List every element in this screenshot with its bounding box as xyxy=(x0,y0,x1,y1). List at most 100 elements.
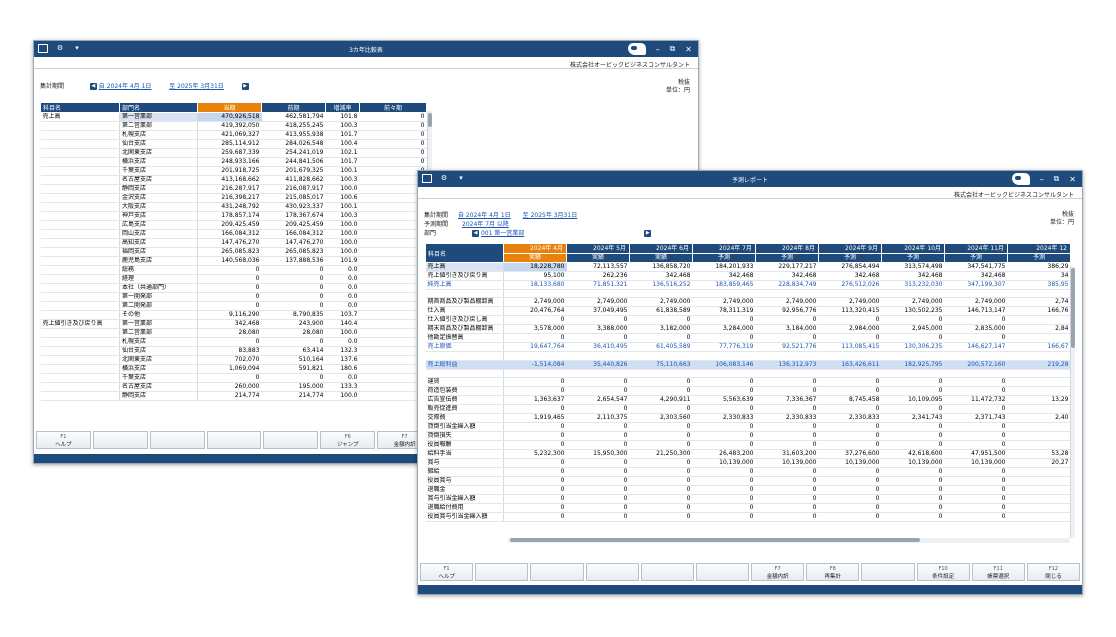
table-row[interactable]: 金沢支店216,398,217215,085,017100.60 xyxy=(40,193,427,203)
function-key-button[interactable] xyxy=(263,431,319,449)
function-key-button[interactable] xyxy=(640,563,694,581)
table-row[interactable]: 千葉支店201,918,725201,679,325100.10 xyxy=(40,166,427,176)
table-row[interactable]: 期末商品及び製品棚卸高 3,578,000 3,388,000 3,182,000 3,… xyxy=(425,324,1071,335)
table-row[interactable]: 高知支店147,476,270147,476,270100.00 xyxy=(40,238,427,248)
table-row[interactable]: 売上高 第一営業部 470,926,518 462,581,794 101.8 0 xyxy=(40,112,427,122)
table-row[interactable]: 第一開発部000.00 xyxy=(40,292,427,302)
table-row[interactable]: 退職給付費用 0 0 0 0 0 0 0 0 xyxy=(425,503,1071,513)
table-row[interactable]: 静岡支店216,287,917216,087,917100.00 xyxy=(40,184,427,194)
function-key-button[interactable] xyxy=(861,563,915,581)
table-row[interactable]: 第二営業部28,08028,080100.00 xyxy=(40,328,427,338)
month-header[interactable]: 2024年 6月 実績 xyxy=(629,243,693,263)
table-row[interactable]: 広島支店209,425,459209,425,459100.00 xyxy=(40,220,427,230)
table-row[interactable]: 岡山支店166,084,312166,084,312100.00 xyxy=(40,229,427,239)
table-row[interactable]: 静岡支店214,774214,774100.00 xyxy=(40,391,427,401)
table-row[interactable]: 横浜支店 248,933,166 244,841,506 101.7 0 xyxy=(40,157,427,167)
table-row[interactable] xyxy=(425,351,1071,361)
prev-department-button[interactable]: ◀ xyxy=(472,230,480,237)
function-key-button[interactable]: F1 ヘルプ xyxy=(36,431,91,449)
function-key-button[interactable] xyxy=(475,563,529,581)
forecast-period-link[interactable]: 2024年 7月 以降 xyxy=(462,221,509,228)
table-row[interactable]: 期首商品及び製品棚卸高 2,749,000 2,749,000 2,749,000 2,… xyxy=(425,297,1071,308)
table-row[interactable]: 仕入高 20,476,764 37,049,495 61,838,589 78,311,… xyxy=(425,306,1071,317)
table-row[interactable]: 荷造包装費 0 0 0 0 0 0 0 0 xyxy=(425,386,1071,396)
scroll-thumb[interactable] xyxy=(1071,268,1075,348)
minimize-icon[interactable]: – xyxy=(656,45,660,54)
table-row[interactable]: 売上総利益 -1,514,084 35,440,826 75,110,663 106,0… xyxy=(425,360,1071,370)
table-row[interactable]: 仕入値引き及び戻し高 0 0 0 0 0 0 0 0 xyxy=(425,315,1071,326)
table-row[interactable] xyxy=(425,369,1071,378)
close-icon[interactable]: ✕ xyxy=(1069,175,1076,184)
table-row[interactable]: 売上高 18,228,780 72,113,557 136,858,720 184,20… xyxy=(425,262,1071,272)
minimize-icon[interactable]: – xyxy=(1040,175,1044,184)
table-row[interactable]: 北関東支店 259,687,339 254,241,019 102.1 0 xyxy=(40,148,427,158)
period-to-link[interactable]: 至 2025年 3月31日 xyxy=(523,212,578,219)
next-department-button[interactable]: ▶ xyxy=(644,230,652,237)
table-row[interactable]: 経理000.00 xyxy=(40,274,427,284)
table-row[interactable]: 役員賞与引当金繰入額 0 0 0 0 0 0 0 0 xyxy=(425,512,1071,522)
function-key-button[interactable]: F6 ジャンプ xyxy=(320,431,376,449)
column-header[interactable]: 増減率 xyxy=(325,102,360,113)
month-header[interactable]: 2024年 7月 予測 xyxy=(692,243,756,263)
table-row[interactable]: 名古屋支店413,168,662411,828,662100.30 xyxy=(40,175,427,185)
table-row[interactable]: 賞与引当金繰入額 0 0 0 0 0 0 0 0 xyxy=(425,494,1071,504)
table-row[interactable]: 交際費 1,919,465 2,110,375 2,303,560 2,330,833 2… xyxy=(425,413,1071,423)
ai-assistant-icon[interactable] xyxy=(627,43,646,55)
function-key-button[interactable]: F1 ヘルプ xyxy=(420,563,474,581)
table-row[interactable] xyxy=(425,289,1071,299)
vertical-scrollbar[interactable] xyxy=(1070,266,1075,538)
table-row[interactable]: 北関東支店702,070510,164137.60 xyxy=(40,355,427,365)
prev-period-button[interactable]: ◀ xyxy=(89,83,97,90)
ai-assistant-icon[interactable] xyxy=(1011,173,1030,185)
month-header[interactable]: 2024年 9月 予測 xyxy=(818,243,882,263)
function-key-button[interactable]: F7 金額内訳 xyxy=(751,563,805,581)
column-header[interactable]: 当期 xyxy=(197,102,262,113)
table-row[interactable]: 給料手当 5,232,300 15,950,300 21,250,300 26,483,… xyxy=(425,449,1071,459)
month-header[interactable]: 2024年 12 予測 xyxy=(1007,243,1071,263)
period-from-link[interactable]: 自 2024年 4月 1日 xyxy=(99,83,152,90)
function-key-button[interactable]: F12 閉じる xyxy=(1026,563,1081,581)
month-header[interactable]: 2024年 5月 実績 xyxy=(566,243,630,263)
month-header[interactable]: 2024年 10月 予測 xyxy=(881,243,945,263)
table-row[interactable]: 役員報酬 0 0 0 0 0 0 0 0 xyxy=(425,440,1071,450)
period-to-link[interactable]: 至 2025年 3月31日 xyxy=(169,83,224,90)
table-row[interactable]: 純売上高 18,133,680 71,851,321 136,516,252 183,8… xyxy=(425,280,1071,290)
table-row[interactable]: 横浜支店1,069,094591,821180.60 xyxy=(40,364,427,374)
table-row[interactable]: 広告宣伝費 1,363,637 2,654,547 4,290,911 5,563,63… xyxy=(425,395,1071,405)
function-key-button[interactable] xyxy=(530,563,584,581)
table-row[interactable]: 仙台支店83,88363,414132.30 xyxy=(40,346,427,356)
table-row[interactable]: 雑給 0 0 0 0 0 0 0 0 xyxy=(425,467,1071,477)
table-row[interactable]: 鹿児島支店140,568,036137,888,536101.90 xyxy=(40,256,427,266)
table-row[interactable]: 第二開発部000.00 xyxy=(40,301,427,311)
table-row[interactable]: 売上値引き及び戻り高第一営業部342,468243,900140.40 xyxy=(40,319,427,329)
function-key-button[interactable] xyxy=(92,431,148,449)
scroll-thumb-h[interactable] xyxy=(510,538,920,542)
column-header-account[interactable]: 科目名 xyxy=(425,243,504,263)
column-header[interactable]: 前期 xyxy=(261,102,326,113)
table-row[interactable]: 賞与 0 0 0 10,139,000 10,139,000 10,139,000 10,13… xyxy=(425,458,1071,468)
table-row[interactable]: 本社（共通部門）000.00 xyxy=(40,283,427,293)
department-link[interactable]: 001 第一営業部 xyxy=(481,230,524,237)
table-row[interactable]: その他9,116,2908,790,835103.70 xyxy=(40,310,427,320)
function-key-button[interactable] xyxy=(149,431,205,449)
column-header[interactable]: 科目名 xyxy=(40,102,120,113)
table-row[interactable]: 札幌支店 421,069,327 413,955,938 101.7 0 xyxy=(40,130,427,140)
period-from-link[interactable]: 自 2024年 4月 1日 xyxy=(458,212,511,219)
table-row[interactable]: 売上値引き及び戻り高 95,100 262,236 342,468 342,468 342… xyxy=(425,271,1071,281)
table-row[interactable]: 総務000.00 xyxy=(40,265,427,275)
column-header[interactable]: 前々期 xyxy=(359,102,427,113)
function-key-button[interactable]: F11 帳票選択 xyxy=(971,563,1025,581)
table-row[interactable]: 第二営業部 419,392,050 418,255,245 100.3 0 xyxy=(40,121,427,131)
table-row[interactable]: 役員賞与 0 0 0 0 0 0 0 0 xyxy=(425,476,1071,486)
table-row[interactable]: 貸倒損失 0 0 0 0 0 0 0 0 xyxy=(425,431,1071,441)
table-row[interactable]: 大阪支店431,248,792430,923,337100.10 xyxy=(40,202,427,212)
table-row[interactable]: 神戸支店178,857,174178,367,674100.30 xyxy=(40,211,427,221)
function-key-button[interactable]: F8 再集計 xyxy=(806,563,860,581)
table-row[interactable]: 札幌支店000.00 xyxy=(40,337,427,347)
table-row[interactable]: 運賃 0 0 0 0 0 0 0 0 xyxy=(425,377,1071,387)
column-header[interactable]: 部門名 xyxy=(119,102,198,113)
table-row[interactable]: 売上原価 19,647,764 36,410,495 61,405,589 77,776… xyxy=(425,342,1071,353)
table-row[interactable]: 退職金 0 0 0 0 0 0 0 0 xyxy=(425,485,1071,495)
horizontal-scrollbar[interactable] xyxy=(508,538,1070,543)
scroll-thumb[interactable] xyxy=(428,113,432,127)
